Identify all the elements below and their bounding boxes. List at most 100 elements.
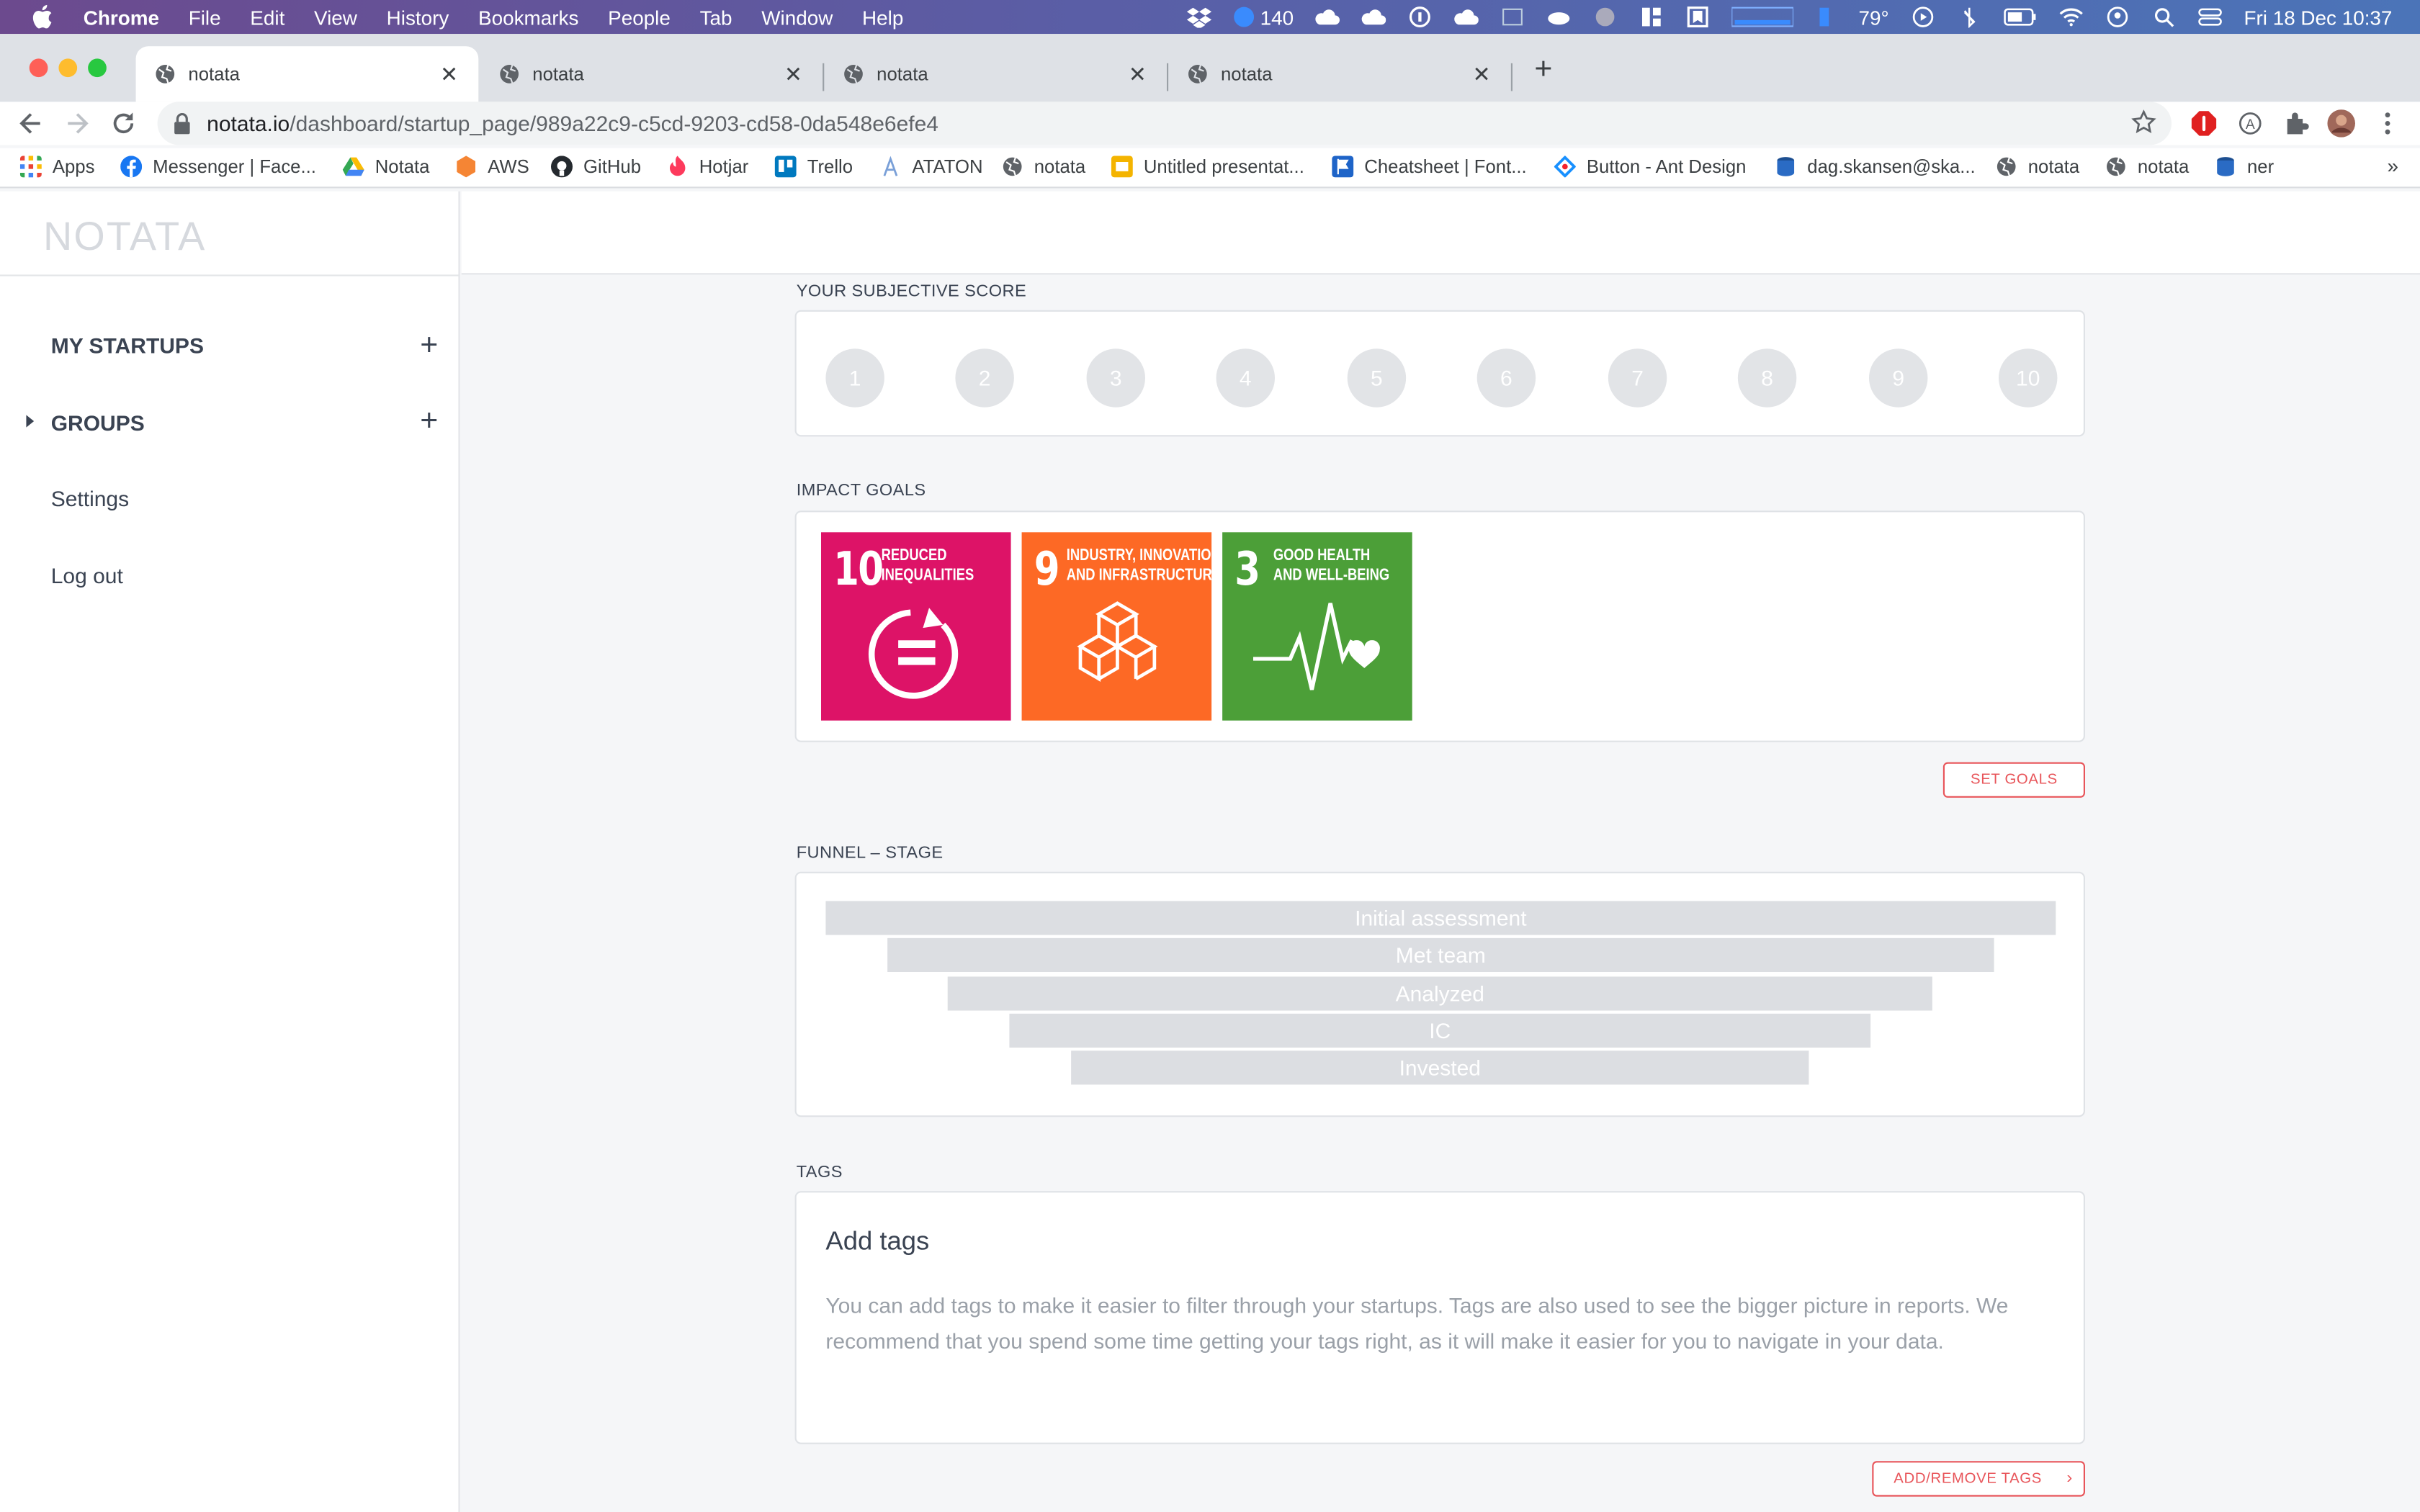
- bookmark-ner[interactable]: ner: [2215, 156, 2274, 177]
- lock-icon[interactable]: [173, 112, 192, 135]
- menu-bookmarks[interactable]: Bookmarks: [478, 6, 578, 29]
- bookmark-messenger[interactable]: Messenger | Face...: [120, 156, 316, 178]
- play-circle-icon[interactable]: [1911, 6, 1935, 28]
- groups-caret-icon[interactable]: [26, 415, 35, 428]
- sidebar-item-groups[interactable]: GROUPS: [51, 410, 145, 435]
- score-option-2[interactable]: 2: [955, 348, 1014, 408]
- score-option-3[interactable]: 3: [1086, 348, 1145, 408]
- more-vertical-icon[interactable]: [2374, 109, 2402, 138]
- bookmark-ataton[interactable]: ATATON: [879, 156, 983, 177]
- dropbox-icon[interactable]: [1186, 6, 1211, 28]
- control-center-icon[interactable]: [2197, 6, 2222, 28]
- bookmark-apps[interactable]: Apps: [19, 156, 95, 178]
- close-tab-icon[interactable]: ✕: [439, 63, 460, 85]
- bluetooth-off-icon[interactable]: [1957, 6, 1981, 28]
- close-tab-icon[interactable]: ✕: [782, 63, 804, 85]
- new-tab-plus-icon[interactable]: +: [1528, 54, 1559, 85]
- score-option-5[interactable]: 5: [1347, 348, 1407, 408]
- reload-icon[interactable]: [108, 108, 139, 139]
- sdg-tile-9[interactable]: 9 INDUSTRY, INNOVATION AND INFRASTRUCTUR…: [1021, 532, 1221, 721]
- bookmark-untitled-presentation[interactable]: Untitled presentat...: [1111, 156, 1304, 178]
- weather-cloud-icon[interactable]: [1547, 6, 1572, 28]
- bookmark-notata-3[interactable]: notata: [2105, 156, 2189, 177]
- menu-history[interactable]: History: [387, 6, 449, 29]
- score-option-9[interactable]: 9: [1869, 348, 1928, 408]
- score-option-4[interactable]: 4: [1216, 348, 1275, 408]
- translate-extension-icon[interactable]: A: [2236, 109, 2264, 138]
- notata-logo[interactable]: NOTATA: [43, 213, 206, 261]
- cloud-upload-icon[interactable]: [1315, 6, 1340, 28]
- apple-logo-icon[interactable]: [31, 4, 53, 29]
- funnel-stage-initial-assessment[interactable]: Initial assessment: [825, 901, 2056, 935]
- bookmark-ant-design[interactable]: Button - Ant Design: [1554, 156, 1746, 178]
- menu-view[interactable]: View: [314, 6, 357, 29]
- funnel-stage-invested[interactable]: Invested: [1071, 1050, 1809, 1085]
- menu-file[interactable]: File: [189, 6, 221, 29]
- sidebar-item-logout[interactable]: Log out: [51, 563, 123, 588]
- layout-icon[interactable]: [1639, 6, 1664, 28]
- set-goals-button[interactable]: SET GOALS: [1942, 762, 2085, 798]
- back-arrow-icon[interactable]: [15, 108, 46, 139]
- menu-tab[interactable]: Tab: [700, 6, 732, 29]
- brain-icon[interactable]: [1593, 6, 1618, 28]
- browser-tab-4[interactable]: notata ✕: [1168, 46, 1511, 102]
- add-group-plus-icon[interactable]: +: [417, 406, 442, 437]
- wifi-icon[interactable]: [2058, 6, 2083, 28]
- bookmark-trello[interactable]: Trello: [774, 156, 853, 178]
- score-option-10[interactable]: 10: [1999, 348, 2058, 408]
- password-manager-icon[interactable]: [1408, 6, 1433, 28]
- bookmark-aws[interactable]: AWS: [455, 156, 529, 178]
- bookmark-notata[interactable]: notata: [1002, 156, 1085, 177]
- score-option-1[interactable]: 1: [825, 348, 884, 408]
- menu-edit[interactable]: Edit: [250, 6, 284, 29]
- menu-bar-clock[interactable]: Fri 18 Dec 10:37: [2244, 6, 2392, 29]
- minimize-window-button[interactable]: [58, 58, 78, 78]
- memory-icon[interactable]: [1815, 6, 1837, 28]
- menu-help[interactable]: Help: [862, 6, 903, 29]
- bookmark-github[interactable]: GitHub: [551, 156, 641, 178]
- funnel-stage-analyzed[interactable]: Analyzed: [947, 976, 1932, 1011]
- zoom-window-button[interactable]: [88, 58, 107, 78]
- sdg-tile-3[interactable]: 3 GOOD HEALTH AND WELL-BEING: [1222, 532, 1412, 721]
- bookmark-notata-drive[interactable]: Notata: [342, 156, 429, 177]
- temperature-reading[interactable]: 79°: [1858, 6, 1888, 29]
- add-startup-plus-icon[interactable]: +: [417, 330, 442, 361]
- extensions-puzzle-icon[interactable]: [2282, 109, 2311, 138]
- score-option-7[interactable]: 7: [1608, 348, 1667, 408]
- menu-window[interactable]: Window: [761, 6, 833, 29]
- close-tab-icon[interactable]: ✕: [1471, 63, 1492, 85]
- close-window-button[interactable]: [29, 58, 48, 78]
- score-option-6[interactable]: 6: [1476, 348, 1536, 408]
- close-tab-icon[interactable]: ✕: [1126, 63, 1148, 85]
- funnel-stage-ic[interactable]: IC: [1009, 1013, 1871, 1048]
- battery-icon[interactable]: [2003, 6, 2037, 28]
- stats-icon[interactable]: [1500, 6, 1525, 28]
- bookmark-star-icon[interactable]: [2131, 109, 2156, 134]
- adblock-extension-icon[interactable]: [2190, 109, 2218, 138]
- cloud-upload-icon[interactable]: [1361, 6, 1386, 28]
- sidebar-item-settings[interactable]: Settings: [51, 486, 129, 510]
- score-option-8[interactable]: 8: [1737, 348, 1797, 408]
- cloud-upload-icon[interactable]: [1454, 6, 1479, 28]
- bookmark-cheatsheet[interactable]: Cheatsheet | Font...: [1332, 156, 1527, 178]
- address-bar[interactable]: notata.io/dashboard/startup_page/989a22c…: [157, 102, 2172, 145]
- user-account-icon[interactable]: [2105, 6, 2130, 28]
- bookmark-square-icon[interactable]: [1685, 6, 1710, 28]
- browser-tab-1[interactable]: notata ✕: [135, 46, 479, 102]
- more-bookmarks-chevron-icon[interactable]: »: [2387, 154, 2398, 177]
- browser-tab-3[interactable]: notata ✕: [824, 46, 1167, 102]
- cpu-graph-icon[interactable]: [1731, 6, 1794, 28]
- bookmark-notata-2[interactable]: notata: [1996, 156, 2079, 177]
- sdg-tile-10[interactable]: 10 REDUCED INEQUALITIES: [821, 532, 1011, 721]
- notification-counter[interactable]: 140: [1232, 6, 1294, 29]
- funnel-stage-met-team[interactable]: Met team: [887, 937, 1994, 972]
- bookmark-email[interactable]: dag.skansen@ska...: [1775, 156, 1976, 177]
- spotlight-search-icon[interactable]: [2151, 6, 2176, 28]
- forward-arrow-icon[interactable]: [62, 108, 93, 139]
- add-remove-tags-button[interactable]: ADD/REMOVE TAGS ›: [1872, 1461, 2085, 1497]
- bookmark-hotjar[interactable]: Hotjar: [667, 156, 748, 177]
- sidebar-item-my-startups[interactable]: MY STARTUPS: [51, 333, 204, 358]
- profile-avatar[interactable]: [2327, 109, 2355, 138]
- browser-tab-2[interactable]: notata ✕: [480, 46, 823, 102]
- menu-people[interactable]: People: [608, 6, 671, 29]
